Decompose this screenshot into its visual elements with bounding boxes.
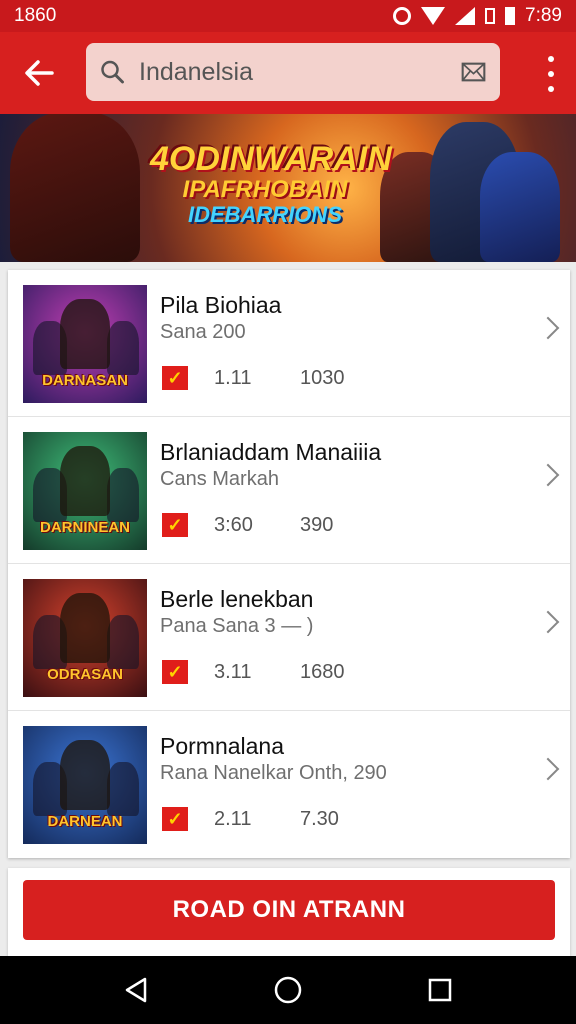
alarm-icon — [393, 7, 412, 25]
thumb-figure — [107, 321, 139, 375]
game-list: DARNASAN Pila Biohiaa Sana 200 ✓ 1.11 10… — [8, 270, 570, 858]
overflow-menu-button[interactable] — [544, 56, 558, 92]
back-button[interactable] — [0, 32, 78, 114]
list-item[interactable]: DARNINEAN Brlaniaddam Manaiiia Cans Mark… — [8, 417, 570, 564]
thumb-figure — [60, 593, 110, 663]
item-stat-1: 2.11 — [214, 808, 252, 830]
item-stat-2: 1680 — [300, 661, 345, 683]
thumb-figure — [60, 740, 110, 810]
triangle-back-icon — [125, 977, 147, 1003]
action-container: ROAD OIN ATRANN — [8, 868, 570, 956]
game-thumbnail: DARNINEAN — [23, 432, 147, 550]
system-nav-bar — [0, 956, 576, 1024]
chevron-right-icon — [536, 463, 560, 487]
list-item[interactable]: ODRASAN Berle lenekban Pana Sana 3 — ) ✓… — [8, 564, 570, 711]
search-bar[interactable] — [86, 43, 500, 101]
promo-banner[interactable]: 4ODINWARAIN IPAFRHOBAIN IDEBARRIONS — [0, 114, 576, 262]
game-thumbnail: DARNEAN — [23, 726, 147, 844]
app-bar — [0, 32, 576, 114]
banner-line-2: IPAFRHOBAIN — [182, 176, 348, 203]
item-stat-1: 1.11 — [214, 367, 252, 389]
search-icon — [101, 60, 124, 84]
sim-icon — [485, 8, 496, 24]
checkmark-icon: ✓ — [162, 807, 188, 831]
list-item[interactable]: DARNASAN Pila Biohiaa Sana 200 ✓ 1.11 10… — [8, 270, 570, 417]
status-time-left: 1860 — [14, 5, 57, 26]
banner-line-1: 4ODINWARAIN — [150, 140, 392, 178]
item-subtitle: Pana Sana 3 — ) — [160, 615, 314, 637]
thumb-figure — [60, 299, 110, 369]
thumb-figure — [107, 615, 139, 669]
arrow-left-icon — [25, 60, 54, 86]
game-thumbnail: DARNASAN — [23, 285, 147, 403]
hero-figure — [10, 114, 140, 262]
menu-dot-icon — [548, 71, 554, 77]
circle-home-icon — [274, 976, 302, 1004]
chevron-right-icon — [536, 316, 560, 340]
item-title: Pormnalana — [160, 733, 285, 759]
checkmark-icon: ✓ — [162, 366, 188, 390]
status-icons: 7:89 — [393, 5, 562, 27]
menu-dot-icon — [548, 56, 554, 62]
item-stat-2: 390 — [300, 514, 334, 536]
item-subtitle: Sana 200 — [160, 321, 246, 343]
status-time-right: 7:89 — [525, 5, 562, 26]
thumb-logo: DARNINEAN — [40, 519, 130, 536]
thumb-figure — [107, 468, 139, 522]
item-stat-2: 1030 — [300, 367, 345, 389]
menu-dot-icon — [548, 86, 554, 92]
list-item[interactable]: DARNEAN Pormnalana Rana Nanelkar Onth, 2… — [8, 711, 570, 858]
item-stat-1: 3.11 — [214, 661, 252, 683]
item-subtitle: Cans Markah — [160, 468, 279, 490]
chevron-right-icon — [536, 610, 560, 634]
thumb-logo: ODRASAN — [47, 666, 123, 683]
item-subtitle: Rana Nanelkar Onth, 290 — [160, 762, 387, 784]
thumb-logo: DARNEAN — [47, 813, 123, 830]
search-input[interactable] — [139, 57, 461, 87]
item-title: Brlaniaddam Manaiiia — [160, 439, 382, 465]
thumb-logo: DARNASAN — [42, 372, 128, 389]
battery-icon — [505, 7, 516, 25]
thumb-figure — [107, 762, 139, 816]
checkmark-icon: ✓ — [162, 660, 188, 684]
banner-line-3: IDEBARRIONS — [187, 202, 342, 227]
chevron-right-icon — [536, 757, 560, 781]
item-stat-1: 3:60 — [214, 514, 253, 536]
signal-icon — [455, 7, 476, 25]
thumb-figure — [60, 446, 110, 516]
nav-back-button[interactable] — [116, 970, 156, 1010]
mail-icon[interactable] — [461, 59, 486, 85]
game-thumbnail: ODRASAN — [23, 579, 147, 697]
checkmark-icon: ✓ — [162, 513, 188, 537]
square-recents-icon — [428, 978, 452, 1002]
status-bar: 1860 7:89 — [0, 0, 576, 32]
hero-figure — [480, 152, 560, 262]
banner-title: 4ODINWARAIN IPAFRHOBAIN IDEBARRIONS — [150, 140, 392, 227]
item-title: Pila Biohiaa — [160, 292, 282, 318]
primary-action-button[interactable]: ROAD OIN ATRANN — [23, 880, 555, 940]
item-title: Berle lenekban — [160, 586, 314, 612]
item-stat-2: 7.30 — [300, 808, 339, 830]
nav-recents-button[interactable] — [420, 970, 460, 1010]
nav-home-button[interactable] — [268, 970, 308, 1010]
wifi-icon — [421, 7, 446, 25]
